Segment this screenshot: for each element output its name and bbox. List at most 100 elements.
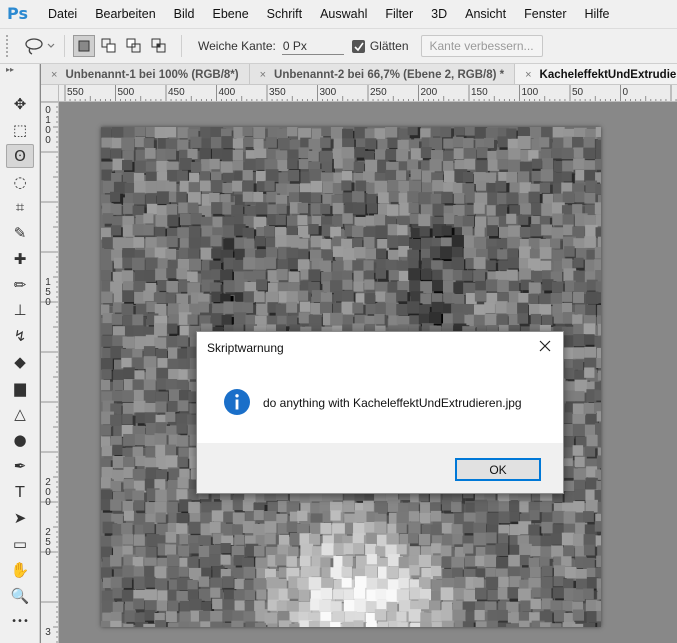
refine-edge-button[interactable]: Kante verbessern... [420,35,543,57]
tab-label: KacheleffektUndExtrudieren [539,68,677,81]
brush-icon: ✏ [13,275,27,294]
ruler-h-label: 550 [67,87,84,98]
toolbar-collapse-icon[interactable]: ▸▸ [0,64,39,78]
subtract-selection-icon [126,38,141,53]
antialias-checkbox[interactable] [351,39,365,53]
vertical-ruler[interactable]: 01001502002503 [41,102,59,643]
separator [64,35,65,57]
checkmark-icon [354,42,364,51]
intersect-selection-button[interactable] [148,35,170,57]
new-selection-button[interactable] [73,35,95,57]
eyedropper-tool[interactable]: ✎ [6,221,34,245]
tab-close-icon[interactable]: × [260,69,266,81]
ruler-v-label: 0 [45,497,51,508]
menu-ansicht[interactable]: Ansicht [456,0,515,28]
ruler-h-label: 50 [572,87,584,98]
menu-bearbeiten[interactable]: Bearbeiten [86,0,164,28]
eyedropper-icon: ✎ [13,223,27,242]
hand-icon: ✋ [10,560,30,579]
marquee-tool[interactable]: ⬚ [6,118,34,142]
ruler-v-label: 0 [45,297,51,308]
ruler-origin[interactable] [41,85,59,102]
ruler-h-label: 500 [117,87,135,98]
move-icon: ✥ [13,94,27,113]
ruler-v-label: 0 [45,135,51,146]
menu-bar: Ps Datei Bearbeiten Bild Ebene Schrift Auswah… [0,0,677,28]
pen-icon: ✒ [13,456,27,475]
path-select-tool[interactable]: ➤ [6,506,34,530]
type-icon: T [15,482,25,501]
brush-tool[interactable]: ✏ [6,273,34,297]
stamp-icon: ⊥ [13,300,27,319]
dodge-tool[interactable]: ● [6,428,34,452]
menu-hilfe[interactable]: Hilfe [576,0,619,28]
menu-bild[interactable]: Bild [165,0,204,28]
menu-auswahl[interactable]: Auswahl [311,0,376,28]
quick-select-icon: ◌ [13,172,27,191]
tool-preset-picker[interactable] [22,35,56,57]
eraser-icon: ◆ [14,352,26,371]
add-selection-icon [101,38,116,53]
ruler-h-label: 200 [420,87,438,98]
ruler-h-label: 0 [622,87,629,98]
feather-label: Weiche Kante: [198,39,276,53]
ruler-h-label: 350 [269,87,286,98]
menu-ebene[interactable]: Ebene [204,0,258,28]
document-tab[interactable]: × Unbenannt-1 bei 100% (RGB/8*) [41,64,250,84]
history-brush-icon: ↯ [13,326,27,345]
menu-datei[interactable]: Datei [39,0,86,28]
menu-3d[interactable]: 3D [422,0,456,28]
quick-select-tool[interactable]: ◌ [6,170,34,194]
gradient-tool[interactable]: ▆ [6,376,34,400]
feather-input[interactable] [281,37,344,55]
document-tab[interactable]: × Unbenannt-2 bei 66,7% (Ebene 2, RGB/8) … [250,64,516,84]
stamp-tool[interactable]: ⊥ [6,298,34,322]
document-tabs: × Unbenannt-1 bei 100% (RGB/8*) × Unbenannt… [41,64,677,85]
horizontal-ruler[interactable]: 550 500 450 400 350 300 250 200 150 100 50 0 [59,85,677,102]
move-tool[interactable]: ✥ [6,92,34,116]
ok-button[interactable]: OK [455,458,541,481]
menu-schrift[interactable]: Schrift [258,0,311,28]
ruler-h-label: 150 [471,87,488,98]
blur-icon: △ [14,404,26,423]
menu-filter[interactable]: Filter [376,0,422,28]
more-icon: ••• [11,616,29,627]
arrow-icon: ➤ [13,508,27,527]
more-tools[interactable]: ••• [6,610,34,634]
crop-icon: ⌗ [15,197,25,216]
zoom-tool[interactable]: 🔍 [6,584,34,608]
options-bar: Weiche Kante: Glätten Kante verbessern..… [0,28,677,64]
tab-label: Unbenannt-2 bei 66,7% (Ebene 2, RGB/8) * [274,68,505,81]
dialog-title: Skriptwarnung [207,341,284,355]
menu-fenster[interactable]: Fenster [515,0,575,28]
add-selection-button[interactable] [98,35,120,57]
eraser-tool[interactable]: ◆ [6,350,34,374]
healing-tool[interactable]: ✚ [6,247,34,271]
rect-marquee-icon: ⬚ [12,120,28,139]
shape-tool[interactable]: ▭ [6,532,34,556]
dialog-close-button[interactable] [535,336,555,356]
lasso-preset-icon [25,38,55,55]
tab-close-icon[interactable]: × [525,69,531,81]
new-selection-icon [78,40,90,52]
hand-tool[interactable]: ✋ [6,558,34,582]
blur-tool[interactable]: △ [6,402,34,426]
ruler-v-label: 0 [45,547,51,558]
ruler-h-label: 250 [370,87,387,98]
tab-label: Unbenannt-1 bei 100% (RGB/8*) [65,68,239,81]
ruler-v-label: 3 [45,627,51,638]
info-icon [224,389,250,415]
intersect-selection-icon [151,38,166,53]
bandage-icon: ✚ [13,249,27,268]
dodge-icon: ● [13,430,27,449]
rectangle-icon: ▭ [12,534,28,553]
history-brush-tool[interactable]: ↯ [6,324,34,348]
options-grip[interactable] [6,35,10,57]
tab-close-icon[interactable]: × [51,69,57,81]
document-tab[interactable]: × KacheleffektUndExtrudieren [515,64,677,84]
type-tool[interactable]: T [6,480,34,504]
pen-tool[interactable]: ✒ [6,454,34,478]
lasso-tool[interactable]: ʘ [6,144,34,168]
crop-tool[interactable]: ⌗ [6,195,34,219]
subtract-selection-button[interactable] [123,35,145,57]
